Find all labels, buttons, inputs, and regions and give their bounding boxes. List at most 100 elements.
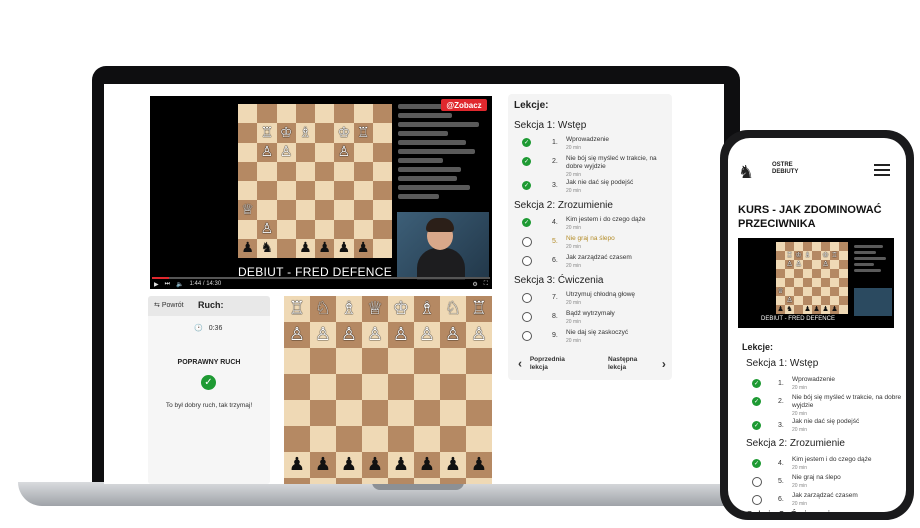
board-square[interactable]: ♟ [310, 452, 336, 478]
board-square[interactable] [785, 269, 794, 278]
board-square[interactable]: ♘ [440, 296, 466, 322]
chess-piece[interactable]: ♞ [786, 306, 792, 313]
chess-piece[interactable]: ♘ [315, 300, 331, 318]
board-square[interactable] [803, 296, 812, 305]
board-square[interactable] [388, 400, 414, 426]
chess-piece[interactable]: ♟ [471, 456, 487, 474]
board-square[interactable]: ♕ [238, 200, 258, 220]
chess-piece[interactable]: ♙ [795, 261, 801, 268]
chess-piece[interactable]: ♙ [261, 222, 274, 236]
board-square[interactable] [821, 278, 830, 287]
chess-piece[interactable]: ♗ [804, 252, 810, 259]
board-square[interactable] [238, 104, 258, 124]
board-square[interactable]: ♙ [821, 260, 830, 269]
board-square[interactable]: ♟ [362, 452, 388, 478]
board-square[interactable]: ♟ [334, 238, 354, 258]
board-square[interactable] [812, 287, 821, 296]
board-square[interactable] [776, 296, 785, 305]
board-square[interactable] [353, 181, 373, 201]
chess-piece[interactable]: ♟ [831, 306, 837, 313]
chess-piece[interactable]: ♟ [419, 456, 435, 474]
chess-piece[interactable]: ♟ [367, 456, 383, 474]
board-square[interactable]: ♙ [334, 142, 354, 162]
board-square[interactable]: ♙ [785, 260, 794, 269]
chess-piece[interactable]: ♞ [261, 241, 274, 255]
board-square[interactable]: ♙ [336, 322, 362, 348]
chess-piece[interactable]: ♟ [318, 241, 331, 255]
board-square[interactable] [315, 104, 335, 124]
practice-chessboard[interactable]: ♖ ♘ ♗ ♕ ♔ ♗ ♘ ♖ ♙ ♙ ♙ ♙ ♙ ♙ ♙ ♙ ♟ ♟ ♟ ♟ ♟ ♟ ♟ ♟ [284, 296, 492, 484]
board-square[interactable]: ♙ [414, 322, 440, 348]
board-square[interactable]: ♟ [821, 305, 830, 314]
chess-piece[interactable]: ♖ [289, 300, 305, 318]
board-square[interactable] [315, 161, 335, 181]
board-square[interactable]: ♙ [284, 322, 310, 348]
board-square[interactable] [785, 287, 794, 296]
board-square[interactable] [276, 104, 296, 124]
board-square[interactable] [466, 400, 492, 426]
board-square[interactable] [794, 296, 803, 305]
chess-piece[interactable]: ♖ [786, 252, 792, 259]
board-square[interactable] [803, 242, 812, 251]
board-square[interactable]: ♗ [414, 296, 440, 322]
chess-piece[interactable]: ♔ [822, 252, 828, 259]
board-square[interactable] [238, 123, 258, 143]
chess-piece[interactable]: ♙ [822, 261, 828, 268]
board-square[interactable] [830, 287, 839, 296]
back-button[interactable]: ⇆ Powrót [154, 301, 184, 309]
board-square[interactable] [812, 260, 821, 269]
lesson-item[interactable]: 6. Jak zarządzać czasem 20 min [522, 254, 672, 276]
board-square[interactable] [440, 348, 466, 374]
board-square[interactable]: ♖ [830, 251, 839, 260]
board-square[interactable] [284, 348, 310, 374]
chess-piece[interactable]: ♟ [299, 241, 312, 255]
prev-lesson-button[interactable]: ‹ Poprzednia lekcja [518, 356, 578, 373]
chess-piece[interactable]: ♙ [786, 261, 792, 268]
board-square[interactable] [276, 200, 296, 220]
board-square[interactable] [812, 251, 821, 260]
chess-piece[interactable]: ♖ [831, 252, 837, 259]
phone-lesson-item[interactable]: 5. Nie graj na ślepo 20 min [752, 474, 902, 494]
phone-video-player[interactable]: ♖ ♔ ♗ ♔ ♖ ♙ ♙ ♙ ♕ ♙ ♟ ♞ ♟ ♟ ♟ ♟ DEBIUT - FRED DEFENCE [738, 238, 894, 328]
volume-icon[interactable]: 🔈 [176, 281, 183, 288]
board-square[interactable] [372, 142, 392, 162]
board-square[interactable] [812, 296, 821, 305]
board-square[interactable] [830, 260, 839, 269]
board-square[interactable] [315, 200, 335, 220]
board-square[interactable] [785, 278, 794, 287]
board-square[interactable] [776, 278, 785, 287]
board-square[interactable]: ♟ [803, 305, 812, 314]
board-square[interactable] [372, 104, 392, 124]
board-square[interactable] [295, 104, 315, 124]
phone-lesson-item[interactable]: ✓ 4. Kim jestem i do czego dąże 20 min [752, 456, 902, 476]
chess-piece[interactable]: ♖ [471, 300, 487, 318]
chess-piece[interactable]: ♟ [357, 241, 370, 255]
board-square[interactable]: ♞ [785, 305, 794, 314]
chess-piece[interactable]: ♗ [341, 300, 357, 318]
video-player[interactable]: ♖ ♔ ♗ ♔ ♖ ♙ ♙ ♙ ♕ ♙ ♟ ♞ ♟ ♟ ♟ ♟ @Zobacz DEBIUT - FRED D… [150, 96, 492, 289]
board-square[interactable] [284, 374, 310, 400]
board-square[interactable]: ♔ [388, 296, 414, 322]
board-square[interactable]: ♙ [388, 322, 414, 348]
chess-piece[interactable]: ♟ [445, 456, 461, 474]
board-square[interactable]: ♔ [276, 123, 296, 143]
next-lesson-button[interactable]: Następna lekcja › [608, 356, 666, 373]
board-square[interactable] [315, 181, 335, 201]
chess-piece[interactable]: ♙ [261, 145, 274, 159]
chess-piece[interactable]: ♟ [289, 456, 305, 474]
board-square[interactable]: ♙ [466, 322, 492, 348]
board-square[interactable]: ♟ [336, 452, 362, 478]
board-square[interactable] [839, 242, 848, 251]
board-square[interactable] [334, 181, 354, 201]
board-square[interactable]: ♟ [353, 238, 373, 258]
board-square[interactable] [794, 305, 803, 314]
board-square[interactable] [336, 374, 362, 400]
board-square[interactable] [336, 400, 362, 426]
board-square[interactable] [803, 269, 812, 278]
chess-piece[interactable]: ♕ [777, 288, 783, 295]
board-square[interactable] [362, 478, 388, 484]
board-square[interactable]: ♟ [295, 238, 315, 258]
board-square[interactable] [295, 181, 315, 201]
board-square[interactable] [315, 142, 335, 162]
board-square[interactable] [466, 374, 492, 400]
